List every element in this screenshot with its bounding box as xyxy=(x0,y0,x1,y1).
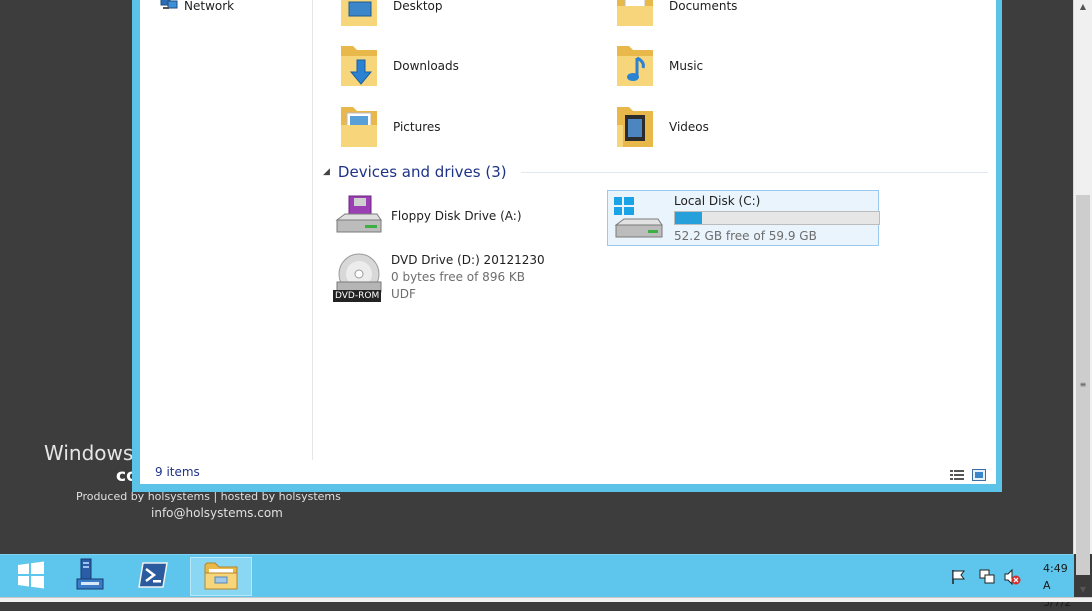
dvd-drive-icon: DVD-ROM xyxy=(333,252,385,304)
drive-filesystem: UDF xyxy=(391,287,416,301)
drive-dvd[interactable]: DVD-ROM DVD Drive (D:) 20121230 0 bytes … xyxy=(333,252,545,304)
details-view-icon[interactable] xyxy=(950,466,964,480)
folder-desktop[interactable]: Desktop xyxy=(337,0,443,30)
navigation-pane: Network xyxy=(140,0,313,460)
folder-label: Music xyxy=(669,59,704,73)
folder-label: Documents xyxy=(669,0,738,13)
folder-videos[interactable]: Videos xyxy=(613,103,709,151)
music-folder-icon xyxy=(613,42,659,90)
section-divider xyxy=(520,171,988,173)
content-pane: Desktop Documents Downloads Music Pictur… xyxy=(313,0,996,460)
devices-section-header[interactable]: ◢ Devices and drives (3) xyxy=(323,163,988,181)
folder-pictures[interactable]: Pictures xyxy=(337,103,441,151)
file-explorer-icon xyxy=(203,559,239,595)
section-title: Devices and drives (3) xyxy=(337,163,507,181)
collapse-arrow-icon[interactable]: ◢ xyxy=(323,167,330,177)
bottom-edge xyxy=(0,597,1092,602)
disk-usage-fill xyxy=(675,212,702,224)
local-disk-icon xyxy=(610,191,668,243)
floppy-drive-icon xyxy=(333,194,385,240)
folder-documents[interactable]: Documents xyxy=(613,0,737,30)
large-icons-view-icon[interactable] xyxy=(972,466,986,481)
scroll-up-arrow-icon[interactable]: ▲ xyxy=(1074,2,1092,11)
folder-label: Desktop xyxy=(393,0,443,13)
explorer-body: Network Desktop Documents Downloads Musi… xyxy=(140,0,996,484)
drive-free-space: 52.2 GB free of 59.9 GB xyxy=(674,229,817,243)
server-manager-button[interactable] xyxy=(58,557,120,596)
file-explorer-button[interactable] xyxy=(190,557,252,596)
file-explorer-window: Network Desktop Documents Downloads Musi… xyxy=(132,0,1002,492)
drive-local-disk[interactable]: Local Disk (C:) 52.2 GB free of 59.9 GB xyxy=(607,190,880,246)
drive-name: Local Disk (C:) xyxy=(674,194,761,208)
scroll-grip-icon: ≡ xyxy=(1079,380,1087,389)
nav-item-label: Network xyxy=(184,0,235,13)
watermark-line-1: Windows xyxy=(44,441,134,465)
drive-free-space: 0 bytes free of 896 KB xyxy=(391,270,525,284)
clock-time: 4:49 A xyxy=(1043,562,1068,592)
taskbar: 4:49 A 5/7/2 xyxy=(0,554,1074,609)
drive-name: DVD Drive (D:) 20121230 xyxy=(391,253,545,267)
documents-folder-icon xyxy=(613,0,659,30)
drive-floppy[interactable]: Floppy Disk Drive (A:) xyxy=(333,194,522,240)
system-clock[interactable]: 4:49 A 5/7/2 xyxy=(1043,560,1074,611)
powershell-icon xyxy=(137,561,169,593)
nav-item-network[interactable]: Network xyxy=(160,0,234,14)
watermark-line-4: info@holsystems.com xyxy=(151,506,283,520)
windows-logo-icon xyxy=(16,560,46,594)
action-center-flag-icon[interactable] xyxy=(950,568,968,586)
pictures-folder-icon xyxy=(337,103,383,151)
scroll-down-arrow-icon[interactable]: ▼ xyxy=(1074,585,1092,594)
volume-muted-icon[interactable] xyxy=(1003,568,1021,586)
dvd-rom-badge: DVD-ROM xyxy=(333,290,382,302)
network-tray-icon[interactable] xyxy=(978,568,996,586)
vertical-scrollbar[interactable]: ▲ ≡ ▼ xyxy=(1073,0,1092,594)
folder-music[interactable]: Music xyxy=(613,42,703,90)
desktop-folder-icon xyxy=(337,0,383,30)
folder-label: Videos xyxy=(669,120,709,134)
status-bar: 9 items xyxy=(140,460,996,484)
folder-label: Downloads xyxy=(393,59,459,73)
item-count: 9 items xyxy=(155,465,200,479)
folder-downloads[interactable]: Downloads xyxy=(337,42,459,90)
drive-name: Floppy Disk Drive (A:) xyxy=(391,209,522,223)
network-icon xyxy=(160,0,178,14)
start-button[interactable] xyxy=(0,557,62,596)
videos-folder-icon xyxy=(613,103,659,151)
folder-label: Pictures xyxy=(393,120,441,134)
downloads-folder-icon xyxy=(337,42,383,90)
powershell-button[interactable] xyxy=(122,557,184,596)
server-manager-icon xyxy=(71,557,107,597)
disk-usage-bar xyxy=(674,211,880,225)
